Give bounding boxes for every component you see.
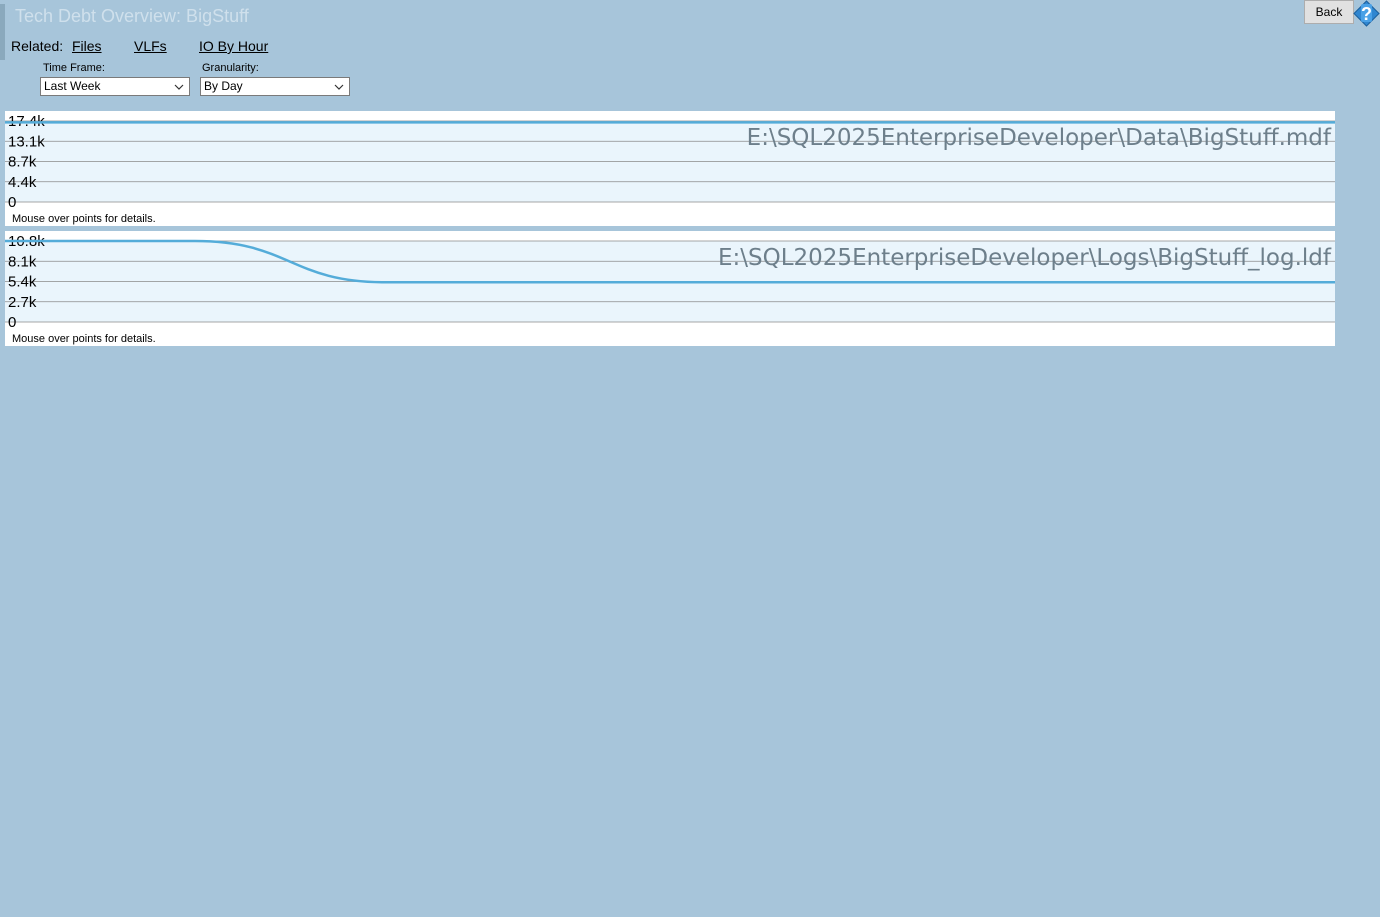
granularity-value: By Day <box>204 79 243 93</box>
svg-text:?: ? <box>1361 4 1372 24</box>
chart-title: E:\SQL2025EnterpriseDeveloper\Logs\BigSt… <box>718 245 1332 271</box>
data-file-chart-panel[interactable]: 0 4.4k 8.7k 13.1k 17.4k E:\SQL2025EnterpriseD… <box>5 111 1335 226</box>
help-question-icon[interactable]: ? <box>1353 0 1380 27</box>
time-frame-value: Last Week <box>44 79 101 93</box>
y-tick-label: 8.7k <box>8 154 37 171</box>
chevron-down-icon <box>334 84 344 90</box>
chart-title: E:\SQL2025EnterpriseDeveloper\Data\BigSt… <box>747 125 1332 151</box>
log-file-size-chart: 02.7k5.4k8.1k10.8kE:\SQL2025EnterpriseDe… <box>5 233 1335 331</box>
data-file-size-chart: 04.4k8.7k13.1k17.4kE:\SQL2025EnterpriseD… <box>5 113 1335 211</box>
time-frame-select[interactable]: Last Week <box>40 77 190 96</box>
y-tick-label: 0 <box>8 194 16 211</box>
chart-hint: Mouse over points for details. <box>12 213 156 225</box>
y-tick-label: 13.1k <box>8 133 45 150</box>
y-tick-label: 8.1k <box>8 253 37 270</box>
chevron-down-icon <box>174 84 184 90</box>
page-title: Tech Debt Overview: BigStuff <box>15 6 249 26</box>
granularity-select[interactable]: By Day <box>200 77 350 96</box>
related-label: Related: <box>11 38 64 54</box>
log-file-chart-panel[interactable]: 0 2.7k 5.4k 8.1k 10.8k E:\SQL2025EnterpriseDe… <box>5 231 1335 346</box>
granularity-label: Granularity: <box>202 62 259 74</box>
y-tick-label: 4.4k <box>8 174 37 191</box>
y-tick-label: 2.7k <box>8 294 37 311</box>
io-by-hour-link[interactable]: IO By Hour <box>199 38 268 54</box>
back-button[interactable]: Back <box>1304 0 1354 24</box>
chart-hint: Mouse over points for details. <box>12 333 156 345</box>
vlfs-link[interactable]: VLFs <box>134 38 167 54</box>
y-tick-label: 0 <box>8 314 16 331</box>
window-accent-bar <box>0 4 5 60</box>
files-link[interactable]: Files <box>72 38 102 54</box>
related-links-bar: Related: Files VLFs IO By Hour <box>11 38 268 54</box>
time-frame-label: Time Frame: <box>43 62 105 74</box>
y-tick-label: 5.4k <box>8 274 37 291</box>
